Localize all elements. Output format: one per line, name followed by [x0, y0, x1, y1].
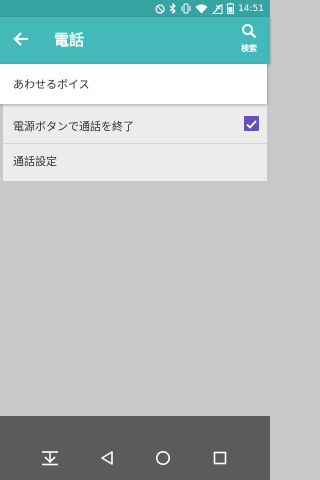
divider	[3, 143, 267, 144]
end-call-power-checkbox[interactable]	[244, 116, 259, 131]
arrow-left-icon	[13, 31, 29, 50]
wifi-icon	[195, 4, 208, 14]
bluetooth-icon	[169, 3, 177, 14]
hide-nav-icon	[41, 450, 59, 470]
check-icon	[246, 114, 257, 133]
clock-time: 14:51	[238, 3, 264, 14]
recents-square-icon	[212, 450, 228, 470]
list-item-call-settings[interactable]: 通話設定	[13, 155, 57, 169]
home-button[interactable]	[153, 450, 173, 470]
back-button[interactable]	[8, 27, 34, 53]
search-icon	[241, 23, 257, 43]
list-item-end-call-power-label: 電源ボタンで通話を終了	[13, 120, 134, 133]
status-bar: 14:51	[0, 0, 270, 17]
list-item-voice-match[interactable]: あわせるボイス	[0, 64, 267, 104]
vibrate-icon	[181, 3, 191, 14]
recents-button[interactable]	[210, 450, 230, 470]
nav-back-button[interactable]	[97, 450, 117, 470]
page-title: 電話	[54, 31, 85, 49]
do-not-disturb-icon	[155, 3, 165, 14]
nav-bar	[0, 416, 270, 480]
search-button[interactable]: 検索	[234, 23, 264, 59]
back-triangle-icon	[99, 450, 115, 470]
settings-content: 電源ボタンで通話を終了 通話設定 あわせるボイス	[0, 64, 270, 416]
signal-no-sim-icon	[212, 3, 223, 14]
battery-icon	[227, 3, 235, 14]
home-circle-icon	[155, 450, 171, 470]
app-bar: 電話 検索	[0, 17, 270, 64]
search-label: 検索	[241, 44, 257, 53]
hide-nav-button[interactable]	[40, 450, 60, 470]
list-item-label: あわせるボイス	[13, 78, 90, 91]
